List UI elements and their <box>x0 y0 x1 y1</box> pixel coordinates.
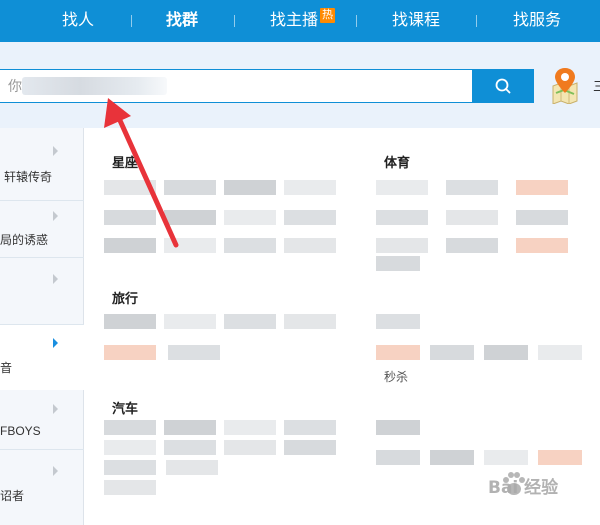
blurred-tag <box>224 420 276 435</box>
category-sidebar: 轩辕传奇 局的诱惑 音 FBOYS 诏者 <box>0 128 84 525</box>
blurred-tag <box>376 420 420 435</box>
sidebar-item-label: FBOYS <box>0 424 41 438</box>
blurred-tag <box>430 345 474 360</box>
chevron-right-icon <box>53 274 58 284</box>
nav-tab-find-group[interactable]: 找群 <box>164 0 200 42</box>
blurred-tag <box>224 210 276 225</box>
blurred-tag <box>104 314 156 329</box>
chevron-right-icon <box>53 404 58 414</box>
blurred-tag <box>104 345 156 360</box>
blurred-tag <box>376 210 428 225</box>
search-icon <box>495 78 511 94</box>
blurred-tag <box>538 345 582 360</box>
blurred-tag <box>376 238 428 253</box>
nav-tab-find-people[interactable]: 找人 <box>58 0 98 42</box>
blurred-tag <box>484 345 528 360</box>
nav-tab-find-course[interactable]: 找课程 <box>391 0 441 42</box>
sidebar-item-active[interactable]: 音 <box>0 325 84 390</box>
nav-tab-find-service[interactable]: 找服务 <box>512 0 562 42</box>
blurred-tag <box>164 210 216 225</box>
blurred-tag <box>224 440 276 455</box>
watermark-text: Bai 经验 <box>488 478 559 498</box>
top-nav: 找人 找群 找主播热 找课程 找服务 <box>0 0 600 42</box>
sidebar-item-label: 轩辕传奇 <box>4 170 53 184</box>
hot-badge: 热 <box>320 8 336 23</box>
blurred-tag <box>284 180 336 195</box>
nav-divider <box>356 15 357 27</box>
blurred-tag <box>446 180 498 195</box>
blurred-tag <box>168 345 220 360</box>
chevron-right-icon <box>53 211 58 221</box>
sidebar-item[interactable]: 轩辕传奇 <box>0 128 84 201</box>
blurred-tag <box>430 450 474 465</box>
blurred-tag <box>166 460 218 475</box>
chevron-right-icon <box>53 466 58 476</box>
sidebar-item[interactable]: FBOYS <box>0 390 84 450</box>
flash-sale-label[interactable]: 秒杀 <box>384 368 408 385</box>
chevron-right-icon <box>53 146 58 156</box>
blurred-tag <box>446 238 498 253</box>
blurred-tag <box>516 180 568 195</box>
blurred-tag <box>104 480 156 495</box>
blurred-tag <box>104 180 156 195</box>
blurred-tag <box>538 450 582 465</box>
blurred-tag <box>104 420 156 435</box>
category-title-travel[interactable]: 旅行 <box>112 288 138 307</box>
blurred-tag <box>164 180 216 195</box>
blurred-tag <box>224 238 276 253</box>
blurred-tag <box>284 210 336 225</box>
blurred-tag <box>484 450 528 465</box>
blurred-tag <box>104 210 156 225</box>
blurred-tag <box>224 314 276 329</box>
location-text: 三 <box>593 79 600 94</box>
blurred-tag <box>164 440 216 455</box>
sidebar-item[interactable]: 诏者 <box>0 450 84 525</box>
nav-divider <box>476 15 477 27</box>
map-pin-icon[interactable] <box>548 66 582 104</box>
blurred-tag <box>164 420 216 435</box>
blurred-tag <box>104 460 156 475</box>
blurred-tag <box>516 238 568 253</box>
search-button[interactable] <box>473 69 534 103</box>
sidebar-item[interactable] <box>0 258 84 325</box>
sidebar-item-label: 音 <box>0 361 13 375</box>
sidebar-item[interactable]: 局的诱惑 <box>0 201 84 258</box>
blurred-tag <box>164 314 216 329</box>
blurred-tag <box>284 314 336 329</box>
nav-tab-find-streamer[interactable]: 找主播热 <box>270 0 342 42</box>
blurred-tag <box>446 210 498 225</box>
blurred-tag <box>104 440 156 455</box>
category-title-sports[interactable]: 体育 <box>384 152 410 171</box>
nav-divider <box>131 15 132 27</box>
blurred-tag <box>376 256 420 271</box>
blurred-tag <box>376 314 420 329</box>
baidu-jingyan-watermark: Bai 经验 <box>458 465 598 505</box>
blurred-tag <box>284 238 336 253</box>
chevron-right-icon <box>53 338 58 348</box>
blurred-tag <box>164 238 216 253</box>
search-area: 三 <box>0 42 600 128</box>
nav-tab-label: 找主播 <box>270 12 319 29</box>
blurred-tag <box>104 238 156 253</box>
sidebar-item-label: 局的诱惑 <box>0 233 49 247</box>
category-title-constellation[interactable]: 星座 <box>112 152 138 171</box>
nav-divider <box>234 15 235 27</box>
blurred-tag <box>516 210 568 225</box>
blurred-tag <box>376 180 428 195</box>
category-title-car[interactable]: 汽车 <box>112 398 138 417</box>
blurred-tag <box>224 180 276 195</box>
blurred-tag <box>284 440 336 455</box>
blurred-search-text <box>22 77 167 95</box>
sidebar-item-label: 诏者 <box>0 489 25 503</box>
blurred-tag <box>376 345 420 360</box>
blurred-tag <box>284 420 336 435</box>
blurred-tag <box>376 450 420 465</box>
